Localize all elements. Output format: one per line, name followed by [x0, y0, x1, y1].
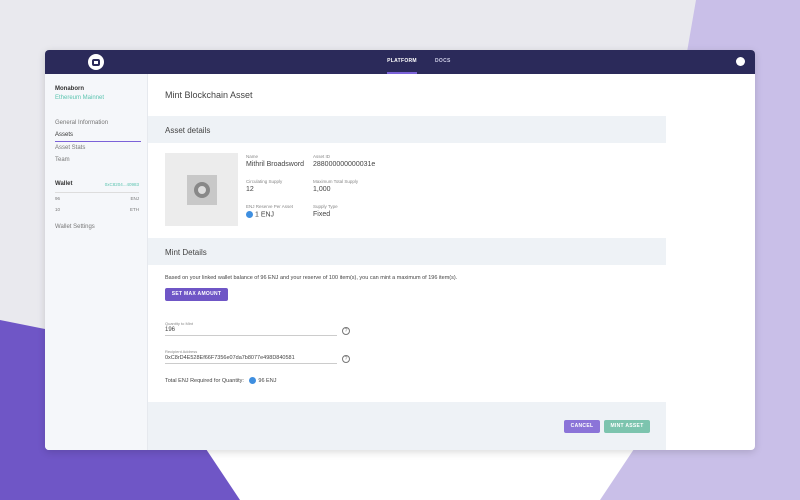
asset-image — [165, 153, 238, 226]
total-label: Total ENJ Required for Quantity: — [165, 378, 244, 384]
name-label: Name — [246, 154, 258, 159]
quantity-input[interactable]: 196 — [165, 327, 337, 336]
type-label: Supply Type — [313, 204, 338, 209]
tab-platform[interactable]: PLATFORM — [387, 50, 417, 74]
wallet-settings-link[interactable]: Wallet Settings — [55, 224, 139, 230]
qty-label: Quantity to Mint — [165, 321, 193, 326]
supply-type: Fixed — [313, 211, 330, 218]
mint-asset-button[interactable]: MINT ASSET — [604, 420, 650, 433]
addr-label: Recipient Address — [165, 349, 197, 354]
section-mint-details: Mint Details — [148, 238, 666, 265]
app-window: PLATFORM DOCS Monaborn Ethereum Mainnet … — [45, 50, 755, 450]
reserve-label: ENJ Reserve Per Asset — [246, 204, 293, 209]
sidebar-item-stats[interactable]: Asset Stats — [55, 145, 139, 151]
enjin-logo-icon[interactable] — [88, 54, 104, 70]
asset-name: Mithril Broadsword — [246, 161, 304, 168]
tab-docs[interactable]: DOCS — [435, 50, 451, 74]
help-icon[interactable]: ? — [342, 327, 350, 335]
sidebar-item-team[interactable]: Team — [55, 157, 139, 163]
user-icon[interactable] — [736, 57, 745, 66]
project-name: Monaborn — [55, 86, 139, 92]
section-asset-details: Asset details — [148, 116, 666, 143]
max-supply: 1,000 — [313, 186, 331, 193]
ring-icon — [194, 182, 210, 198]
top-nav: PLATFORM DOCS — [45, 50, 755, 74]
max-label: Maximum Total Supply — [313, 179, 358, 184]
balance-unit: ENJ — [55, 196, 139, 201]
circ-supply: 12 — [246, 186, 254, 193]
wallet-address[interactable]: 0xC8204...40983 — [55, 182, 139, 187]
circ-label: Circulating Supply — [246, 179, 282, 184]
network-link[interactable]: Ethereum Mainnet — [55, 95, 139, 101]
asset-id: 288000000000031e — [313, 161, 375, 168]
enj-icon — [246, 211, 253, 218]
sidebar: Monaborn Ethereum Mainnet General Inform… — [45, 74, 148, 450]
cancel-button[interactable]: CANCEL — [564, 420, 600, 433]
enj-icon — [249, 377, 256, 384]
page-title: Mint Blockchain Asset — [165, 90, 253, 100]
help-icon[interactable]: ? — [342, 355, 350, 363]
sidebar-item-assets[interactable]: Assets — [55, 132, 141, 142]
recipient-address-input[interactable]: 0xC8rD4E528Ef66F7356e07da7b8077e498D8405… — [165, 355, 337, 364]
total-value: 96 ENJ — [258, 378, 276, 384]
main-content: Mint Blockchain Asset Asset details Name… — [148, 74, 755, 450]
footer-actions: CANCEL MINT ASSET — [148, 402, 666, 450]
set-max-button[interactable]: SET MAX AMOUNT — [165, 288, 228, 301]
sidebar-item-general[interactable]: General Information — [55, 120, 139, 126]
id-label: Asset ID — [313, 154, 330, 159]
reserve-value: 1 ENJ — [255, 211, 274, 218]
mint-info: Based on your linked wallet balance of 9… — [165, 275, 457, 281]
balance-unit: ETH — [55, 207, 139, 212]
